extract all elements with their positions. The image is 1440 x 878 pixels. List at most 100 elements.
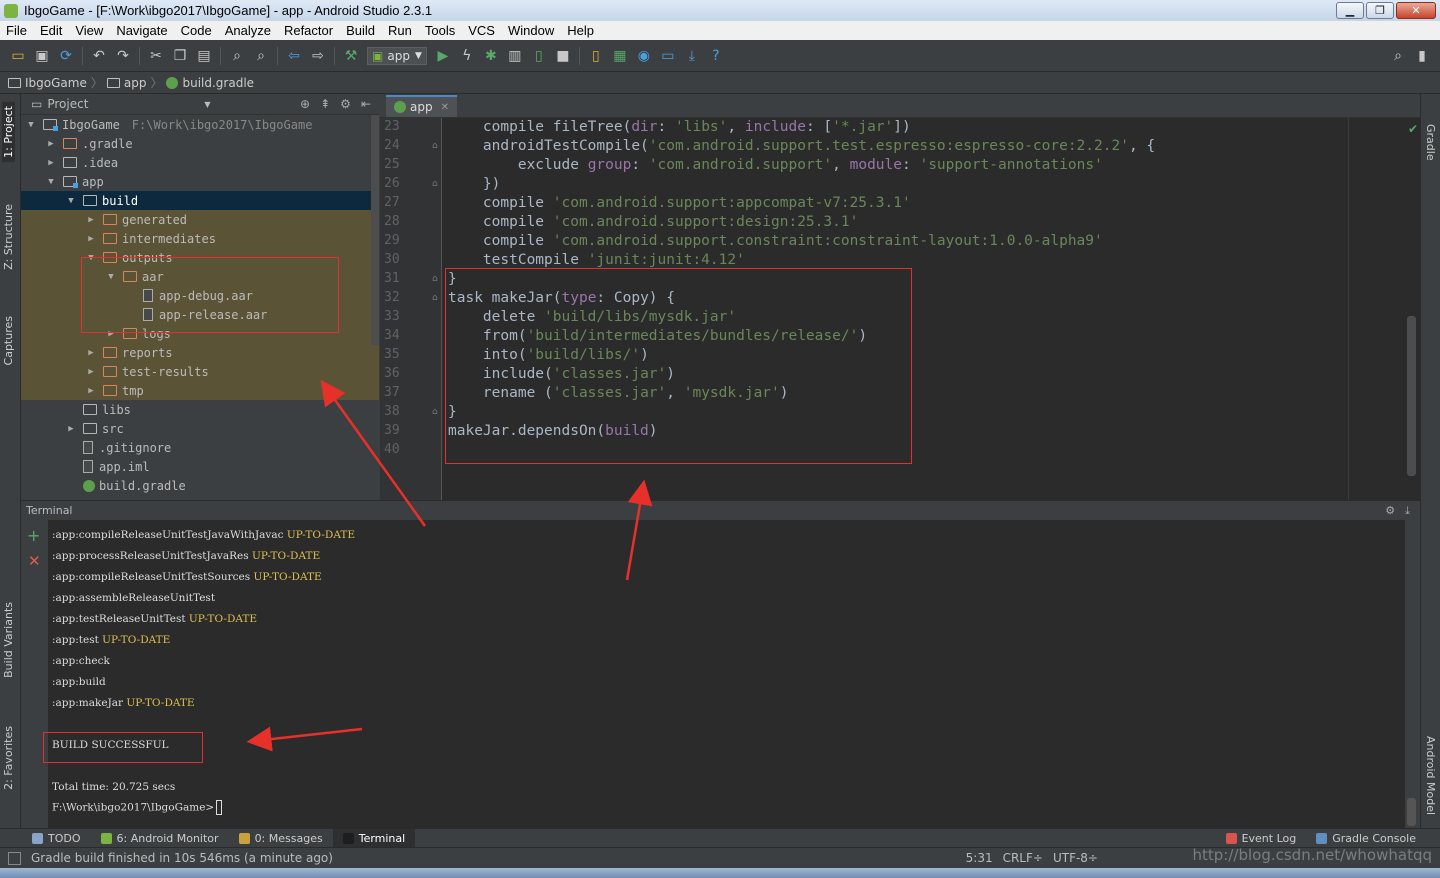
bottom-tab-terminal[interactable]: Terminal: [332, 828, 416, 848]
editor-tab-app[interactable]: app ✕: [386, 95, 457, 117]
terminal-scrollbar[interactable]: [1407, 798, 1416, 826]
tab-captures[interactable]: Captures: [2, 316, 15, 365]
run-icon[interactable]: ▶: [434, 47, 452, 65]
save-icon[interactable]: ▣: [33, 47, 51, 65]
collapsed-arrow-icon[interactable]: ▶: [85, 234, 97, 244]
collapsed-arrow-icon[interactable]: ▶: [85, 386, 97, 396]
gradle-sync-icon[interactable]: ◉: [635, 47, 653, 65]
add-session-icon[interactable]: +: [27, 526, 40, 545]
tree-item[interactable]: libs: [21, 400, 379, 419]
menu-item-help[interactable]: Help: [567, 23, 594, 38]
menu-item-view[interactable]: View: [75, 23, 103, 38]
tree-item[interactable]: ▶ test-results: [21, 362, 379, 381]
menu-item-run[interactable]: Run: [388, 23, 412, 38]
search-everywhere-icon[interactable]: ⌕: [1389, 47, 1407, 65]
gear-icon[interactable]: ⚙: [340, 97, 351, 111]
menu-item-navigate[interactable]: Navigate: [116, 23, 167, 38]
tree-item[interactable]: ▼ IbgoGame F:\Work\ibgo2017\IbgoGame: [21, 115, 379, 134]
editor-scrollbar[interactable]: [1407, 316, 1416, 476]
replace-icon[interactable]: ⌕: [252, 47, 270, 65]
breadcrumb-item[interactable]: build.gradle: [166, 76, 254, 90]
debug-icon[interactable]: ✱: [482, 47, 500, 65]
breadcrumb-item[interactable]: IbgoGame 〉: [8, 74, 103, 91]
tab-structure[interactable]: Z: Structure: [2, 204, 15, 270]
tree-item[interactable]: ▶ .gradle: [21, 134, 379, 153]
tree-item[interactable]: build.gradle: [21, 476, 379, 495]
project-scrollbar[interactable]: [371, 115, 379, 345]
bottom-tab--messages[interactable]: 0: Messages: [229, 829, 333, 848]
fold-marker-icon[interactable]: ⌂: [432, 407, 438, 417]
undo-icon[interactable]: ↶: [90, 47, 108, 65]
bottom-tab-gradle-console[interactable]: Gradle Console: [1306, 829, 1426, 848]
tree-item[interactable]: ▶ intermediates: [21, 229, 379, 248]
expanded-arrow-icon[interactable]: ▼: [65, 196, 77, 206]
menu-item-code[interactable]: Code: [181, 23, 212, 38]
file-encoding[interactable]: UTF-8÷: [1053, 851, 1098, 865]
tree-item[interactable]: ▼ build: [21, 191, 379, 210]
menu-item-build[interactable]: Build: [346, 23, 375, 38]
find-icon[interactable]: ⌕: [228, 47, 246, 65]
close-tab-icon[interactable]: ✕: [441, 102, 449, 113]
help-icon[interactable]: ?: [707, 47, 725, 65]
gear-icon[interactable]: ⚙: [1385, 504, 1395, 518]
download-icon[interactable]: ⤓: [683, 47, 701, 65]
tree-item[interactable]: ▶ .idea: [21, 153, 379, 172]
sync-icon[interactable]: ⟳: [57, 47, 75, 65]
back-icon[interactable]: ⇦: [285, 47, 303, 65]
tree-item[interactable]: ▶ tmp: [21, 381, 379, 400]
menu-item-window[interactable]: Window: [508, 23, 554, 38]
line-separator[interactable]: CRLF÷: [1003, 851, 1043, 865]
bottom-tab--android-monitor[interactable]: 6: Android Monitor: [91, 829, 229, 848]
cut-icon[interactable]: ✂: [147, 47, 165, 65]
tab-project[interactable]: 1: Project: [2, 102, 15, 162]
collapsed-arrow-icon[interactable]: ▶: [85, 348, 97, 358]
caret-position[interactable]: 5:31: [966, 851, 993, 865]
user-icon[interactable]: ▮: [1413, 47, 1431, 65]
copy-icon[interactable]: ❐: [171, 47, 189, 65]
menu-item-tools[interactable]: Tools: [425, 23, 455, 38]
close-button[interactable]: ✕: [1396, 2, 1436, 19]
fold-marker-icon[interactable]: ⌂: [432, 179, 438, 189]
apply-changes-icon[interactable]: ϟ: [458, 47, 476, 65]
hide-icon[interactable]: ⤓: [1405, 504, 1410, 518]
make-icon[interactable]: ⚒: [342, 47, 360, 65]
hide-icon[interactable]: ⇤: [361, 97, 371, 111]
collapse-all-icon[interactable]: ⇞: [320, 97, 330, 111]
attach-icon[interactable]: ▯: [530, 47, 548, 65]
collapsed-arrow-icon[interactable]: ▶: [85, 215, 97, 225]
stop-icon[interactable]: ■: [554, 47, 572, 65]
menu-item-edit[interactable]: Edit: [40, 23, 62, 38]
fold-marker-icon[interactable]: ⌂: [432, 141, 438, 151]
tree-item[interactable]: ▶ src: [21, 419, 379, 438]
restore-button[interactable]: ❐: [1366, 2, 1394, 19]
sdk-manager-icon[interactable]: ▦: [611, 47, 629, 65]
collapsed-arrow-icon[interactable]: ▶: [45, 158, 57, 168]
tool-windows-toggle-icon[interactable]: [8, 851, 21, 865]
tree-item[interactable]: ▶ generated: [21, 210, 379, 229]
redo-icon[interactable]: ↷: [114, 47, 132, 65]
open-icon[interactable]: ▭: [9, 47, 27, 65]
terminal-output[interactable]: :app:compileReleaseUnitTestJavaWithJavac…: [48, 520, 1405, 828]
collapsed-arrow-icon[interactable]: ▶: [45, 139, 57, 149]
fold-marker-icon[interactable]: ⌂: [432, 274, 438, 284]
bottom-tab-event-log[interactable]: Event Log: [1216, 829, 1307, 848]
collapsed-arrow-icon[interactable]: ▶: [85, 367, 97, 377]
scroll-from-source-icon[interactable]: ⊕: [300, 97, 310, 111]
fold-marker-icon[interactable]: ⌂: [432, 293, 438, 303]
profile-icon[interactable]: ▥: [506, 47, 524, 65]
tab-favorites[interactable]: 2: Favorites: [2, 726, 15, 790]
tree-item[interactable]: ▼ app: [21, 172, 379, 191]
menu-item-file[interactable]: File: [6, 23, 27, 38]
expanded-arrow-icon[interactable]: ▼: [25, 120, 37, 130]
project-structure-icon[interactable]: ▭: [659, 47, 677, 65]
paste-icon[interactable]: ▤: [195, 47, 213, 65]
tab-gradle[interactable]: Gradle: [1424, 124, 1437, 161]
project-view-select[interactable]: Project: [47, 97, 88, 111]
menu-item-refactor[interactable]: Refactor: [284, 23, 333, 38]
expanded-arrow-icon[interactable]: ▼: [45, 177, 57, 187]
forward-icon[interactable]: ⇨: [309, 47, 327, 65]
menu-item-vcs[interactable]: VCS: [468, 23, 495, 38]
tree-item[interactable]: app.iml: [21, 457, 379, 476]
chevron-down-icon[interactable]: ▼: [204, 100, 210, 109]
menu-item-analyze[interactable]: Analyze: [225, 23, 271, 38]
